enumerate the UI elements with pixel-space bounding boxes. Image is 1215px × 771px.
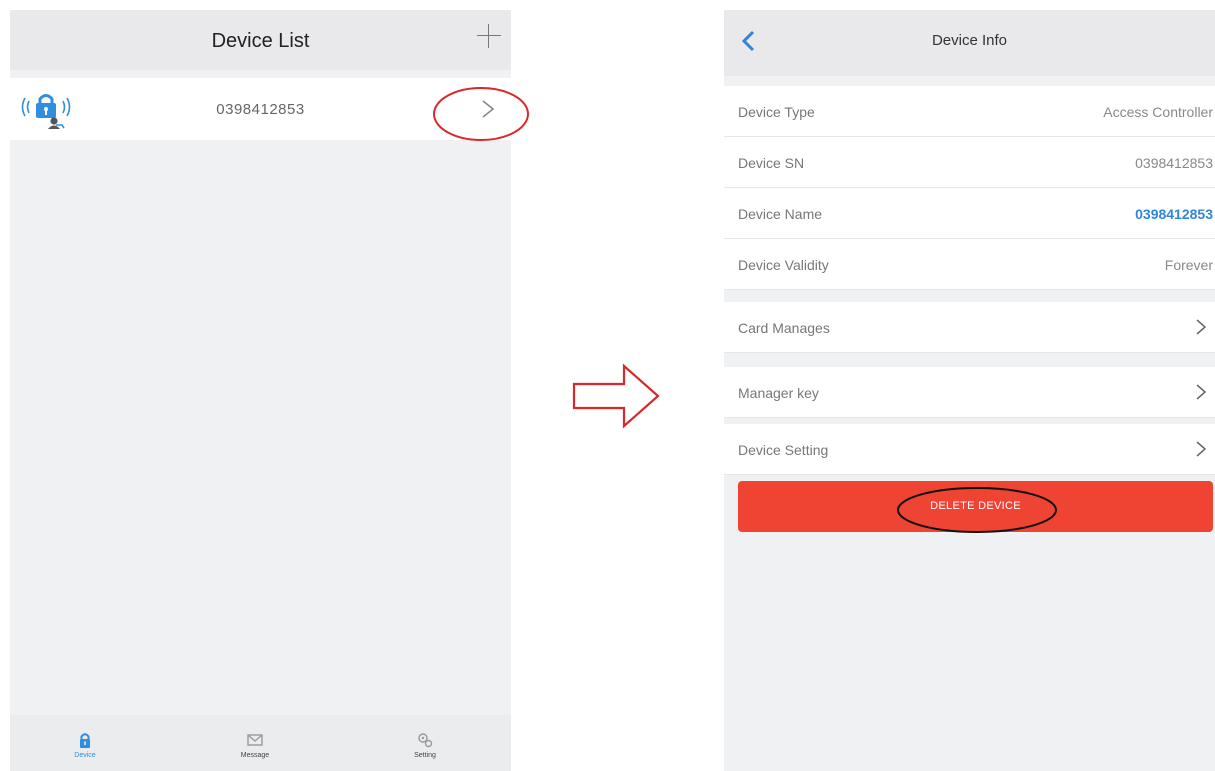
row-value: Forever — [1164, 257, 1213, 273]
device-name-link[interactable]: 0398412853 — [1135, 188, 1213, 240]
manager-key-row[interactable]: Manager key — [724, 367, 1215, 418]
row-label: Manager key — [738, 385, 819, 401]
gear-icon — [418, 733, 433, 748]
tab-setting[interactable]: Setting — [375, 715, 475, 771]
tab-device[interactable]: Device — [35, 715, 135, 771]
chevron-right-icon — [1196, 384, 1207, 400]
chevron-right-icon — [1196, 319, 1207, 335]
page-title: Device Info — [931, 32, 1008, 49]
page-title: Device List — [211, 30, 310, 52]
row-label: Device SN — [738, 155, 805, 171]
row-label: Card Manages — [738, 320, 830, 336]
row-label: Device Name — [738, 206, 823, 222]
row-label: Device Validity — [738, 257, 829, 273]
envelope-icon — [247, 734, 263, 746]
device-list-header: Device List — [10, 10, 511, 70]
device-info-header: Device Info — [724, 10, 1215, 76]
tab-message[interactable]: Message — [205, 715, 305, 771]
card-manages-row[interactable]: Card Manages — [724, 302, 1215, 353]
device-sn-row: Device SN 0398412853 — [724, 137, 1215, 188]
row-label: Device Type — [738, 104, 815, 120]
tab-setting-label: Setting — [414, 752, 436, 759]
right-arrow-icon — [572, 363, 660, 429]
row-value: Access Controller — [1103, 104, 1213, 120]
device-validity-row: Device Validity Forever — [724, 239, 1215, 290]
red-highlight-ellipse — [433, 87, 529, 141]
bottom-tab-bar: Device Message Setting — [10, 715, 511, 771]
tab-message-label: Message — [240, 752, 270, 759]
chevron-right-icon — [1196, 441, 1207, 457]
device-info-screen: Device Info Device Type Access Controlle… — [724, 10, 1215, 771]
black-highlight-ellipse — [897, 487, 1057, 533]
row-label: Device Setting — [738, 442, 829, 458]
device-setting-row[interactable]: Device Setting — [724, 424, 1215, 475]
lock-icon — [80, 733, 90, 748]
device-name-row[interactable]: Device Name 0398412853 — [724, 188, 1215, 239]
tab-device-label: Device — [74, 752, 96, 759]
add-device-icon[interactable] — [477, 24, 501, 48]
device-type-row: Device Type Access Controller — [724, 86, 1215, 137]
row-value: 0398412853 — [1135, 155, 1213, 171]
